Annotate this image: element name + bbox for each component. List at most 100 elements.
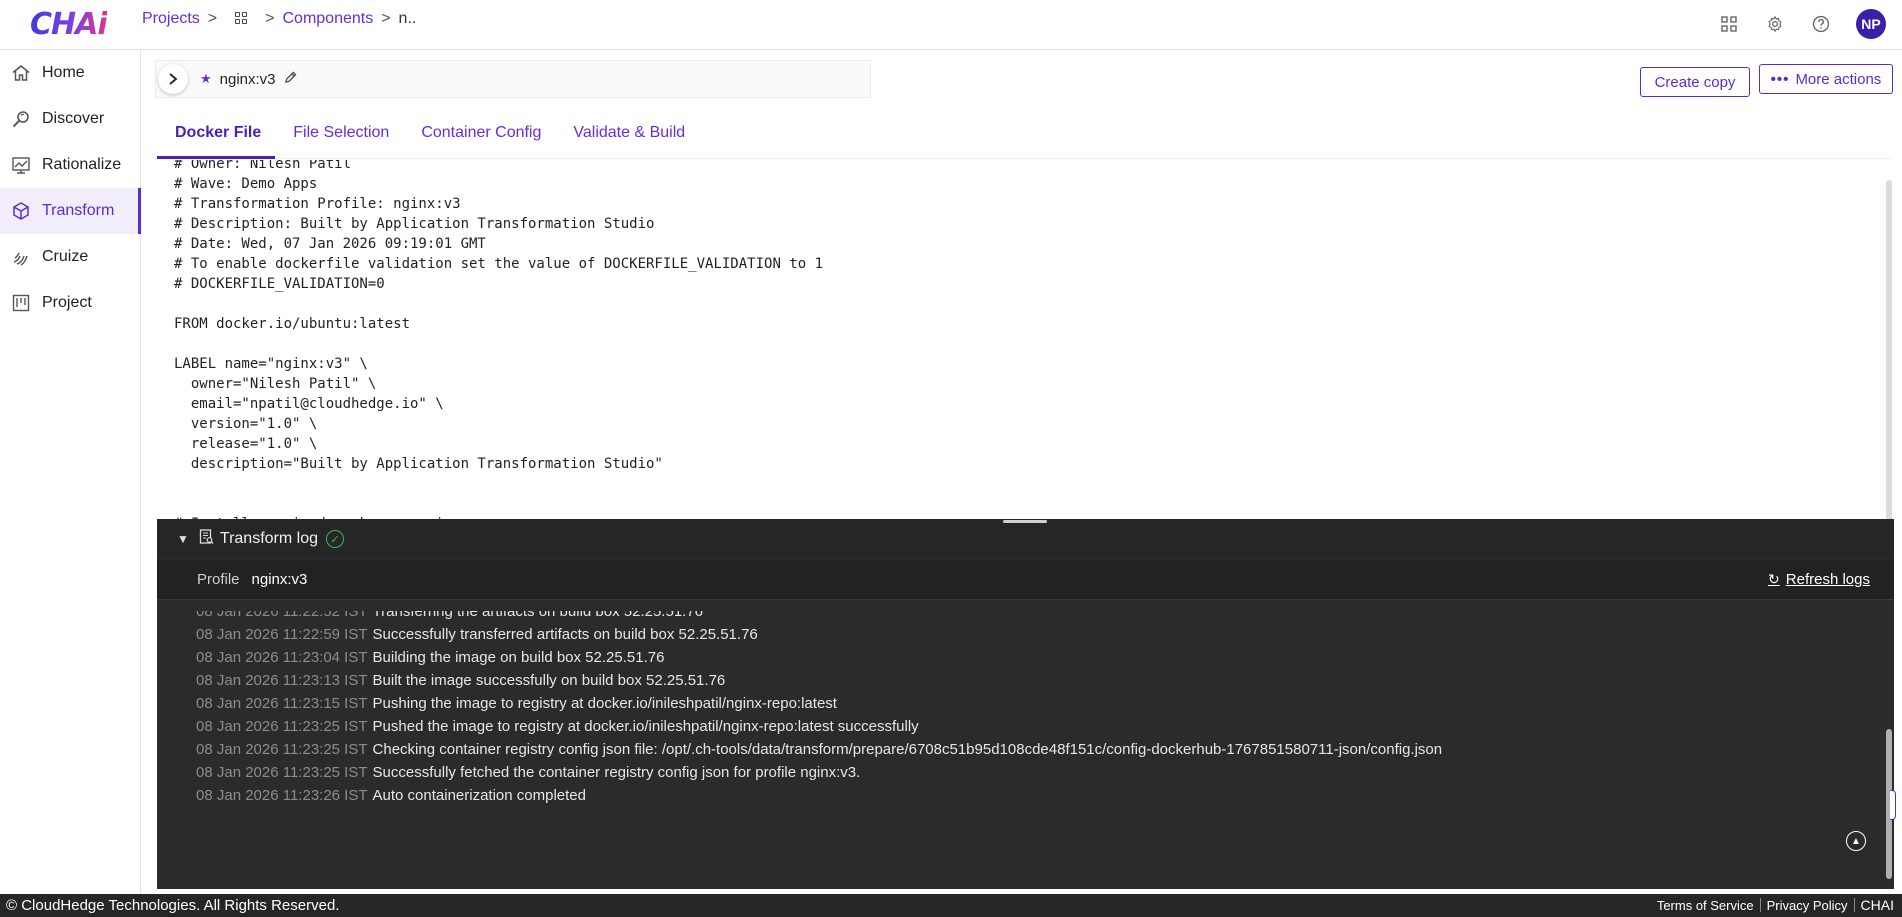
chevron-right-icon: >: [265, 10, 275, 27]
log-timestamp: 08 Jan 2026 11:23:15 IST: [196, 695, 368, 712]
log-title: Transform log: [219, 530, 318, 547]
divider: [1853, 898, 1855, 912]
sidebar-item-home[interactable]: Home: [0, 50, 140, 96]
caret-down-icon[interactable]: ▼: [177, 532, 189, 546]
apps-icon[interactable]: [1718, 13, 1740, 35]
code-line: # Wave: Demo Apps: [174, 176, 318, 192]
log-message: Successfully fetched the container regis…: [372, 764, 861, 781]
log-body: 08 Jan 2026 11:22:52 IST Transferring the…: [157, 611, 1894, 841]
log-entry: 08 Jan 2026 11:23:26 IST Auto containeriz…: [196, 784, 1442, 807]
log-header[interactable]: ▼ Transform log ✓: [157, 519, 1894, 559]
code-line: FROM docker.io/ubuntu:latest: [174, 316, 411, 332]
log-entry: 08 Jan 2026 11:23:13 IST Built the image …: [196, 669, 1442, 692]
log-entry: 08 Jan 2026 11:22:52 IST Transferring the…: [196, 611, 1442, 623]
dockerfile-editor[interactable]: # Owner: Nilesh Patil # Wave: Demo Apps # …: [157, 160, 1892, 520]
tab-container-config[interactable]: Container Config: [403, 112, 555, 159]
gear-icon[interactable]: [1764, 13, 1786, 35]
sidebar-item-project[interactable]: Project: [0, 280, 140, 326]
sidebar-item-transform[interactable]: Transform: [0, 188, 141, 234]
log-entry: 08 Jan 2026 11:22:59 IST Successfully tra…: [196, 623, 1442, 646]
sidebar-item-label: Transform: [42, 202, 115, 219]
copyright-text: © CloudHedge Technologies. All Rights Re…: [6, 897, 340, 914]
log-message: Checking container registry config json …: [372, 741, 1443, 758]
more-dots-icon: •••: [1770, 70, 1790, 88]
log-timestamp: 08 Jan 2026 11:22:59 IST: [196, 626, 368, 643]
log-lines: 08 Jan 2026 11:22:52 IST Transferring the…: [196, 611, 1442, 807]
log-message: Auto containerization completed: [372, 787, 586, 804]
cruize-icon: [10, 246, 32, 268]
chevron-right-icon: >: [381, 10, 391, 27]
sidebar-item-cruize[interactable]: Cruize: [0, 234, 140, 280]
code-line: # To enable dockerfile validation set th…: [174, 256, 824, 272]
code-line: # Owner: Nilesh Patil: [174, 160, 352, 172]
breadcrumb-current[interactable]: n..: [399, 10, 417, 28]
log-message: Pushing the image to registry at docker.…: [372, 695, 837, 712]
breadcrumb: Projects > > Components > n..: [142, 10, 416, 28]
tab-file-selection[interactable]: File Selection: [275, 112, 403, 159]
refresh-logs-label: Refresh logs: [1785, 571, 1870, 588]
breadcrumb-projects[interactable]: Projects: [142, 10, 200, 28]
divider: [1759, 898, 1761, 912]
tab-docker-file[interactable]: Docker File: [157, 112, 276, 159]
transform-icon: [10, 200, 32, 222]
code-line: # Transformation Profile: nginx:v3: [174, 196, 461, 212]
log-profile-label: Profile: [197, 571, 240, 588]
rationalize-icon: [10, 154, 32, 176]
scroll-to-top-icon[interactable]: ▲: [1846, 831, 1866, 851]
discover-icon: [10, 108, 32, 130]
log-message: Transferring the artifacts on build box …: [372, 611, 704, 620]
log-entry: 08 Jan 2026 11:23:25 IST Checking contain…: [196, 738, 1442, 761]
profile-name: nginx:v3: [219, 70, 276, 88]
terms-link[interactable]: Terms of Service: [1657, 898, 1754, 913]
log-entry: 08 Jan 2026 11:23:04 IST Building the ima…: [196, 646, 1442, 669]
tab-validate-build[interactable]: Validate & Build: [555, 112, 699, 159]
log-entry: 08 Jan 2026 11:23:15 IST Pushing the imag…: [196, 692, 1442, 715]
more-actions-button[interactable]: ••• More actions: [1759, 64, 1893, 94]
transform-log-panel: ▼ Transform log ✓ Profile nginx:v3 ↻ Ref…: [157, 519, 1894, 889]
refresh-logs-button[interactable]: ↻ Refresh logs: [1768, 571, 1870, 588]
footer-links: Terms of Service Privacy Policy CHAI: [1657, 897, 1894, 913]
log-timestamp: 08 Jan 2026 11:23:25 IST: [196, 718, 368, 735]
top-actions: NP: [1718, 9, 1886, 39]
sidebar: Home Discover Rationalize Transform Crui…: [0, 50, 141, 894]
code-line: # DOCKERFILE_VALIDATION=0: [174, 276, 385, 292]
log-timestamp: 08 Jan 2026 11:23:26 IST: [196, 787, 368, 804]
sidebar-item-label: Discover: [42, 110, 105, 127]
code-line: LABEL name="nginx:v3" \: [174, 356, 368, 372]
side-drawer-tab[interactable]: [1890, 790, 1896, 820]
breadcrumb-components[interactable]: Components: [282, 10, 373, 28]
sidebar-item-rationalize[interactable]: Rationalize: [0, 142, 140, 188]
expand-button[interactable]: [158, 64, 188, 94]
log-message: Successfully transferred artifacts on bu…: [372, 626, 758, 643]
project-icon: [10, 292, 32, 314]
code-line: # Date: Wed, 07 Jan 2026 09:19:01 GMT: [174, 236, 486, 252]
apps-grid-icon[interactable]: [235, 12, 249, 26]
log-timestamp: 08 Jan 2026 11:23:13 IST: [196, 672, 368, 689]
sidebar-item-label: Home: [42, 64, 85, 81]
star-icon: ★: [200, 71, 212, 86]
refresh-icon: ↻: [1768, 571, 1780, 587]
log-entry: 08 Jan 2026 11:23:25 IST Successfully fet…: [196, 761, 1442, 784]
footer: © CloudHedge Technologies. All Rights Re…: [0, 894, 1902, 917]
code-line: owner="Nilesh Patil" \: [174, 376, 377, 392]
user-avatar[interactable]: NP: [1856, 9, 1886, 39]
privacy-link[interactable]: Privacy Policy: [1767, 898, 1848, 913]
sidebar-item-discover[interactable]: Discover: [0, 96, 140, 142]
success-check-icon: ✓: [326, 530, 344, 548]
editor-scrollbar[interactable]: [1886, 180, 1892, 520]
help-icon[interactable]: [1810, 13, 1832, 35]
create-copy-button[interactable]: Create copy: [1640, 67, 1750, 97]
dockerfile-code[interactable]: # Owner: Nilesh Patil # Wave: Demo Apps # …: [174, 160, 823, 520]
code-line: version="1.0" \: [174, 416, 318, 432]
app-logo[interactable]: CHAi: [30, 7, 108, 42]
pencil-icon[interactable]: [284, 71, 297, 87]
code-line: email="npatil@cloudhedge.io" \: [174, 396, 444, 412]
code-line: # Description: Built by Application Tran…: [174, 216, 655, 232]
resize-handle[interactable]: [1003, 520, 1047, 523]
tab-bar: Docker File File Selection Container Con…: [157, 112, 1892, 159]
footer-brand: CHAI: [1860, 897, 1894, 913]
